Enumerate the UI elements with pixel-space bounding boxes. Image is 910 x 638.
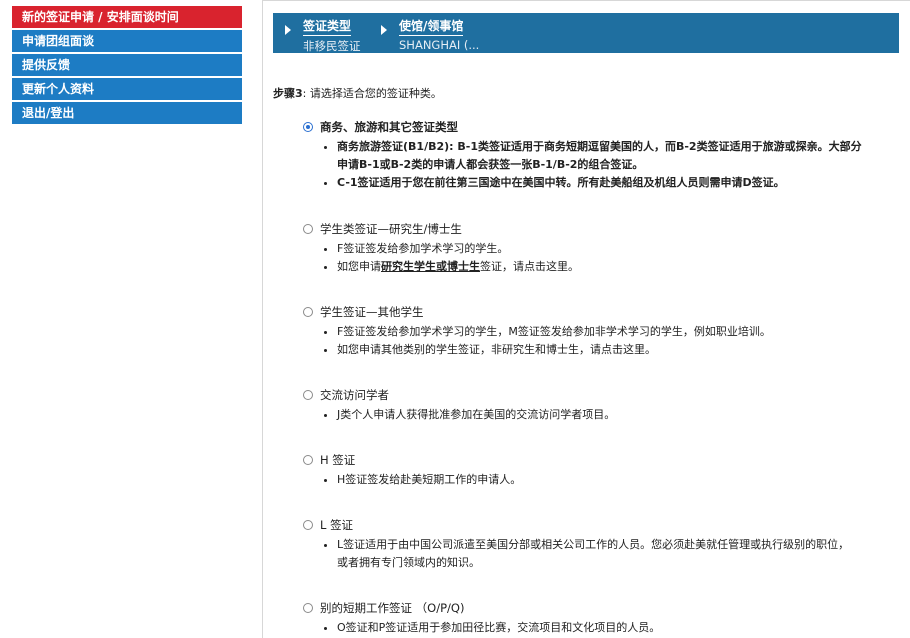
option-head[interactable]: 学生签证—其他学生 <box>303 304 771 320</box>
radio-button[interactable] <box>303 603 313 613</box>
radio-button[interactable] <box>303 520 313 530</box>
chevron-right-icon <box>285 25 291 35</box>
chevron-right-icon <box>381 25 387 35</box>
option-head[interactable]: 交流访问学者 <box>303 387 615 403</box>
option-student-graduate: 学生类签证—研究生/博士生 F签证签发给参加学术学习的学生。 如您申请研究生学生… <box>303 221 579 276</box>
breadcrumb-label: 签证类型 <box>303 17 352 36</box>
nav-feedback[interactable]: 提供反馈 <box>12 54 242 76</box>
nav-group-interview[interactable]: 申请团组面谈 <box>12 30 242 52</box>
option-business-tourism: 商务、旅游和其它签证类型 商务旅游签证(B1/B2): B-1类签证适用于商务短… <box>303 119 867 192</box>
radio-button[interactable] <box>303 390 313 400</box>
step-instruction: 步骤3: 请选择适合您的签证种类。 <box>273 85 442 101</box>
radio-button[interactable] <box>303 224 313 234</box>
option-title: 交流访问学者 <box>320 388 389 402</box>
radio-button[interactable] <box>303 307 313 317</box>
nav-logout[interactable]: 退出/登出 <box>12 102 242 124</box>
radio-button[interactable] <box>303 455 313 465</box>
option-bullet: L签证适用于由中国公司派遣至美国分部或相关公司工作的人员。您必须赴美就任管理或执… <box>337 536 857 572</box>
option-head[interactable]: 商务、旅游和其它签证类型 <box>303 119 867 135</box>
option-bullet: J类个人申请人获得批准参加在美国的交流访问学者项目。 <box>337 406 615 424</box>
option-l-visa: L 签证 L签证适用于由中国公司派遣至美国分部或相关公司工作的人员。您必须赴美就… <box>303 517 857 572</box>
breadcrumb-visa-type[interactable]: 签证类型 非移民签证 <box>285 17 361 54</box>
radio-button[interactable] <box>303 122 313 132</box>
option-other-work-visa: 别的短期工作签证 （O/P/Q) O签证和P签证适用于参加田径比赛，交流项目和文… <box>303 600 660 637</box>
option-bullet: 如您申请其他类别的学生签证，非研究生和博士生，请点击这里。 <box>337 341 771 359</box>
option-title: 学生签证—其他学生 <box>320 305 424 319</box>
option-bullet: F签证签发给参加学术学习的学生。 <box>337 240 579 258</box>
option-bullet: 如您申请研究生学生或博士生签证，请点击这里。 <box>337 258 579 276</box>
main-content: 签证类型 非移民签证 使馆/领事馆 SHANGHAI (... 步骤3: 请选择… <box>262 0 910 638</box>
sidebar-nav: 新的签证申请 / 安排面谈时间 申请团组面谈 提供反馈 更新个人资料 退出/登出 <box>12 6 242 126</box>
option-title: L 签证 <box>320 518 354 532</box>
breadcrumb-value: SHANGHAI (... <box>399 38 480 52</box>
option-head[interactable]: 别的短期工作签证 （O/P/Q) <box>303 600 660 616</box>
nav-new-application[interactable]: 新的签证申请 / 安排面谈时间 <box>12 6 242 28</box>
option-title: 学生类签证—研究生/博士生 <box>320 222 462 236</box>
option-bullet: H签证签发给赴美短期工作的申请人。 <box>337 471 521 489</box>
bullet-text: 签证，请点击这里。 <box>480 260 579 273</box>
step-number: 步骤3 <box>273 87 303 100</box>
option-bullet: C-1签证适用于您在前往第三国途中在美国中转。所有赴美船组及机组人员则需申请D签… <box>337 174 867 192</box>
nav-update-profile[interactable]: 更新个人资料 <box>12 78 242 100</box>
option-title: 商务、旅游和其它签证类型 <box>320 120 458 134</box>
option-exchange-visitor: 交流访问学者 J类个人申请人获得批准参加在美国的交流访问学者项目。 <box>303 387 615 424</box>
option-bullet: O签证和P签证适用于参加田径比赛，交流项目和文化项目的人员。 <box>337 619 660 637</box>
option-h-visa: H 签证 H签证签发给赴美短期工作的申请人。 <box>303 452 521 489</box>
option-bullet: F签证签发给参加学术学习的学生，M签证签发给参加非学术学习的学生，例如职业培训。 <box>337 323 771 341</box>
breadcrumb-label: 使馆/领事馆 <box>399 17 464 36</box>
option-student-other: 学生签证—其他学生 F签证签发给参加学术学习的学生，M签证签发给参加非学术学习的… <box>303 304 771 359</box>
option-bullet: 商务旅游签证(B1/B2): B-1类签证适用于商务短期逗留美国的人，而B-2类… <box>337 138 867 174</box>
breadcrumb-value: 非移民签证 <box>303 39 361 53</box>
breadcrumb-consulate[interactable]: 使馆/领事馆 SHANGHAI (... <box>381 17 480 52</box>
option-title: H 签证 <box>320 453 356 467</box>
step-text: : 请选择适合您的签证种类。 <box>302 87 442 100</box>
graduate-student-link[interactable]: 研究生学生或博士生 <box>381 260 480 273</box>
option-head[interactable]: 学生类签证—研究生/博士生 <box>303 221 579 237</box>
bullet-text: 如您申请 <box>337 260 381 273</box>
option-head[interactable]: L 签证 <box>303 517 857 533</box>
option-head[interactable]: H 签证 <box>303 452 521 468</box>
option-title: 别的短期工作签证 （O/P/Q) <box>320 601 465 615</box>
breadcrumb: 签证类型 非移民签证 使馆/领事馆 SHANGHAI (... <box>273 13 899 53</box>
